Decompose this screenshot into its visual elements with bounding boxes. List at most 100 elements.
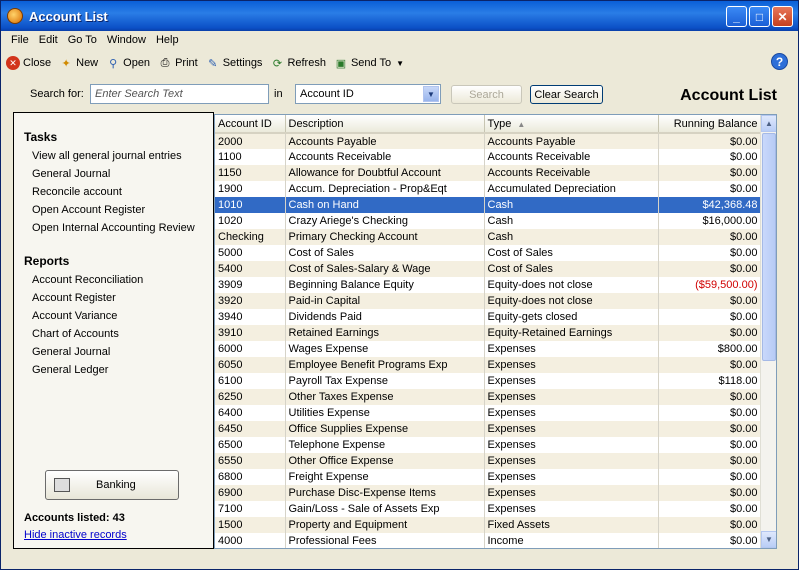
table-row[interactable]: Checking Primary Checking Account Cash $0.0… (215, 229, 762, 245)
account-id-cell: 5400 (215, 261, 286, 277)
report-link[interactable]: General Journal (32, 346, 110, 358)
report-link[interactable]: Chart of Accounts (32, 328, 119, 340)
type-cell: Expenses (484, 357, 659, 373)
description-cell: Accounts Payable (285, 133, 485, 149)
description-cell: Freight Expense (285, 469, 485, 485)
table-row[interactable]: 6250 Other Taxes Expense Expenses $0.00 (215, 389, 762, 405)
report-link[interactable]: Account Variance (32, 310, 117, 322)
account-id-cell: 5000 (215, 245, 286, 261)
table-row[interactable]: 3909 Beginning Balance Equity Equity-does … (215, 277, 762, 293)
table-row[interactable]: 6800 Freight Expense Expenses $0.00 (215, 469, 762, 485)
table-row[interactable]: 1900 Accum. Depreciation - Prop&Eqt Accumu… (215, 181, 762, 197)
table-row[interactable]: 3940 Dividends Paid Equity-gets closed $0.0… (215, 309, 762, 325)
menu-goto[interactable]: Go To (63, 34, 102, 46)
table-row[interactable]: 5400 Cost of Sales-Salary & Wage Cost of S… (215, 261, 762, 277)
type-cell: Accounts Payable (484, 133, 659, 149)
type-cell: Accounts Receivable (484, 149, 659, 165)
scroll-up-icon[interactable]: ▲ (761, 115, 776, 132)
account-id-cell: 6000 (215, 341, 286, 357)
table-row[interactable]: 4000 Professional Fees Income $0.00 (215, 533, 762, 548)
task-link[interactable]: Open Internal Accounting Review (32, 222, 195, 234)
search-input[interactable] (90, 84, 269, 104)
title-bar[interactable]: Account List _ □ ✕ (1, 1, 798, 31)
balance-cell: $0.00 (658, 453, 762, 469)
type-cell: Cost of Sales (484, 261, 659, 277)
window-title: Account List (29, 8, 108, 24)
table-row[interactable]: 3920 Paid-in Capital Equity-does not close… (215, 293, 762, 309)
description-cell: Cost of Sales (285, 245, 485, 261)
balance-cell: $0.00 (658, 149, 762, 165)
close-window-button[interactable]: ✕ (772, 6, 793, 27)
table-row[interactable]: 7100 Gain/Loss - Sale of Assets Exp Expens… (215, 501, 762, 517)
report-link[interactable]: Account Register (32, 292, 116, 304)
account-id-cell: 6100 (215, 373, 286, 389)
task-link[interactable]: Open Account Register (32, 204, 145, 216)
table-row[interactable]: 3910 Retained Earnings Equity-Retained Ear… (215, 325, 762, 341)
menu-window[interactable]: Window (102, 34, 151, 46)
menu-edit[interactable]: Edit (34, 34, 63, 46)
description-cell: Crazy Ariege's Checking (285, 213, 485, 229)
description-cell: Employee Benefit Programs Exp (285, 357, 485, 373)
clear-search-button[interactable]: Clear Search (530, 85, 603, 104)
account-id-cell: 6450 (215, 421, 286, 437)
table-row[interactable]: 6900 Purchase Disc-Expense Items Expenses $… (215, 485, 762, 501)
account-table: Account ID Description Type ▲ Running Bal… (214, 114, 777, 549)
accounts-listed-count: Accounts listed: 43 (24, 512, 125, 524)
menu-help[interactable]: Help (151, 34, 184, 46)
type-cell: Accumulated Depreciation (484, 181, 659, 197)
close-button[interactable]: ✕ Close (6, 56, 51, 70)
print-button[interactable]: ⎙ Print (158, 56, 198, 70)
maximize-button[interactable]: □ (749, 6, 770, 27)
task-link[interactable]: General Journal (32, 168, 110, 180)
table-row[interactable]: 6100 Payroll Tax Expense Expenses $118.00 (215, 373, 762, 389)
column-header-type[interactable]: Type ▲ (484, 115, 659, 134)
description-cell: Beginning Balance Equity (285, 277, 485, 293)
table-row[interactable]: 1010 Cash on Hand Cash $42,368.48 (215, 197, 762, 213)
settings-button[interactable]: ✎ Settings (206, 56, 262, 70)
type-cell: Expenses (484, 405, 659, 421)
hide-inactive-link[interactable]: Hide inactive records (24, 529, 127, 541)
account-id-cell: 6800 (215, 469, 286, 485)
scroll-thumb[interactable] (762, 133, 776, 361)
search-field-select[interactable]: Account ID ▼ (295, 84, 441, 104)
account-id-cell: 6900 (215, 485, 286, 501)
column-header-running-balance[interactable]: Running Balance (658, 115, 762, 134)
open-button[interactable]: ⚲ Open (106, 56, 150, 70)
refresh-button[interactable]: ⟳ Refresh (270, 56, 326, 70)
table-row[interactable]: 1100 Accounts Receivable Accounts Receivab… (215, 149, 762, 165)
type-cell: Expenses (484, 501, 659, 517)
task-link[interactable]: View all general journal entries (32, 150, 182, 162)
banking-button[interactable]: Banking (45, 470, 179, 500)
table-row[interactable]: 6500 Telephone Expense Expenses $0.00 (215, 437, 762, 453)
minimize-button[interactable]: _ (726, 6, 747, 27)
balance-cell: $0.00 (658, 389, 762, 405)
menu-file[interactable]: File (6, 34, 34, 46)
report-link[interactable]: General Ledger (32, 364, 108, 376)
new-button[interactable]: ✦ New (59, 56, 99, 70)
table-row[interactable]: 5000 Cost of Sales Cost of Sales $0.00 (215, 245, 762, 261)
vertical-scrollbar[interactable]: ▲ ▼ (760, 115, 776, 548)
column-header-account-id[interactable]: Account ID (215, 115, 286, 134)
scroll-down-icon[interactable]: ▼ (761, 531, 776, 548)
app-icon (7, 8, 23, 24)
table-row[interactable]: 2000 Accounts Payable Accounts Payable $0.0… (215, 133, 762, 149)
description-cell: Telephone Expense (285, 437, 485, 453)
table-row[interactable]: 6000 Wages Expense Expenses $800.00 (215, 341, 762, 357)
report-link[interactable]: Account Reconciliation (32, 274, 143, 286)
type-cell: Fixed Assets (484, 517, 659, 533)
table-row[interactable]: 6450 Office Supplies Expense Expenses $0.00 (215, 421, 762, 437)
column-header-description[interactable]: Description (285, 115, 485, 134)
table-row[interactable]: 6050 Employee Benefit Programs Exp Expense… (215, 357, 762, 373)
table-row[interactable]: 1500 Property and Equipment Fixed Assets $0… (215, 517, 762, 533)
help-icon[interactable]: ? (771, 53, 788, 70)
task-link[interactable]: Reconcile account (32, 186, 122, 198)
table-row[interactable]: 6400 Utilities Expense Expenses $0.00 (215, 405, 762, 421)
account-id-cell: 3940 (215, 309, 286, 325)
search-button[interactable]: Search (451, 85, 522, 104)
type-cell: Expenses (484, 341, 659, 357)
table-row[interactable]: 6550 Other Office Expense Expenses $0.00 (215, 453, 762, 469)
table-row[interactable]: 1020 Crazy Ariege's Checking Cash $16,000.0… (215, 213, 762, 229)
send-to-button[interactable]: ▣ Send To ▼ (334, 56, 404, 70)
account-id-cell: 2000 (215, 133, 286, 149)
table-row[interactable]: 1150 Allowance for Doubtful Account Accoun… (215, 165, 762, 181)
